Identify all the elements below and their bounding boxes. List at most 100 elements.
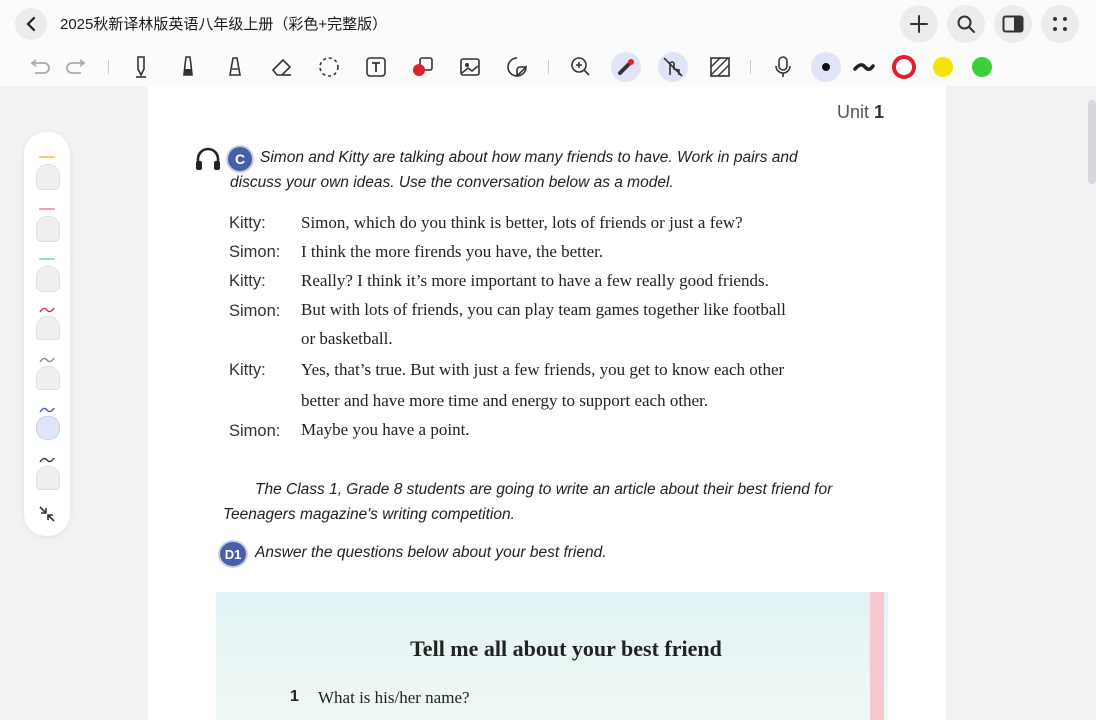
drawing-toolbar <box>0 48 1096 87</box>
pen-side-panel <box>24 132 70 536</box>
dialogue-speaker: Simon: <box>229 422 281 440</box>
shape-tool[interactable] <box>408 52 438 82</box>
pen-preset-gray[interactable] <box>34 356 60 390</box>
redo-button[interactable] <box>62 52 92 82</box>
question-text: What is his/her name? <box>318 688 470 707</box>
section-c-instruction-line1: Simon and Kitty are talking about how ma… <box>260 149 798 166</box>
collapse-icon[interactable] <box>37 504 57 524</box>
search-icon <box>957 15 975 33</box>
lasso-icon <box>319 57 339 77</box>
pen-tool[interactable] <box>126 52 156 82</box>
back-button[interactable] <box>15 8 47 40</box>
color-brush-stroke[interactable] <box>849 52 879 82</box>
more-button[interactable] <box>1041 5 1079 43</box>
color-swatch-yellow <box>933 57 953 77</box>
d1-badge: D1 <box>220 542 246 566</box>
toolbar-divider <box>750 60 751 74</box>
pen-preset-green[interactable] <box>34 258 60 292</box>
squiggle-icon <box>39 357 55 363</box>
dialogue-speaker: Simon: <box>229 302 281 320</box>
headphones-icon <box>196 147 220 170</box>
text-box-tool[interactable] <box>361 52 391 82</box>
image-icon <box>460 58 480 76</box>
pen-preset-black[interactable] <box>34 456 60 490</box>
pen-preset-red[interactable] <box>34 306 60 340</box>
color-green[interactable] <box>967 52 997 82</box>
eraser-icon <box>271 58 292 76</box>
pen-preset-blue-selected[interactable] <box>34 406 60 440</box>
section-d-intro-line1: The Class 1, Grade 8 students are going … <box>255 481 833 498</box>
shape-icon <box>413 57 433 76</box>
highlighter-tool[interactable] <box>220 52 250 82</box>
dialogue-line: better and have more time and energy to … <box>301 391 709 410</box>
undo-button[interactable] <box>24 52 54 82</box>
document-title: 2025秋新译林版英语八年级上册（彩色+完整版） <box>60 16 388 33</box>
add-button[interactable] <box>900 5 938 43</box>
panel-button[interactable] <box>994 5 1032 43</box>
hatch-tool[interactable] <box>705 52 735 82</box>
chevron-left-icon <box>26 16 36 32</box>
sticker-tool[interactable] <box>502 52 532 82</box>
eraser-tool[interactable] <box>267 52 297 82</box>
dialogue-line: Yes, that’s true. But with just a few fr… <box>301 360 785 379</box>
dialogue-line: I think the more firends you have, the b… <box>301 242 604 261</box>
title-bar: 2025秋新译林版英语八年级上册（彩色+完整版） <box>0 0 1096 48</box>
image-tool[interactable] <box>455 52 485 82</box>
dialogue-line: But with lots of friends, you can play t… <box>301 300 786 319</box>
search-button[interactable] <box>947 5 985 43</box>
undo-icon <box>30 59 50 74</box>
color-swatch-black <box>822 63 830 71</box>
marker-icon <box>183 56 193 76</box>
box-edge-decoration <box>870 592 884 720</box>
unit-label: Unit 1 <box>836 102 884 122</box>
question-number: 1 <box>290 688 299 705</box>
color-swatch-green <box>972 57 992 77</box>
dialogue-speaker: Kitty: <box>229 272 266 290</box>
hatch-icon <box>710 57 730 77</box>
best-friend-title: Tell me all about your best friend <box>410 636 722 661</box>
highlighter-icon <box>229 57 241 76</box>
best-friend-box: Tell me all about your best friend 1 Wha… <box>216 592 888 720</box>
sticker-icon <box>507 57 527 77</box>
microphone-button[interactable] <box>768 52 798 82</box>
section-d-intro-line2: Teenagers magazine's writing competition… <box>223 506 515 523</box>
pen-icon <box>136 56 146 78</box>
squiggle-icon <box>39 307 55 313</box>
vertical-scrollbar[interactable] <box>1088 100 1096 184</box>
dialogue-line: Maybe you have a point. <box>301 420 470 439</box>
pen-preset-pink[interactable] <box>34 208 60 242</box>
lasso-tool[interactable] <box>314 52 344 82</box>
textbook-page: Unit 1 C Simon and Kitty are talking abo… <box>148 86 946 720</box>
redo-icon <box>66 59 86 74</box>
dialogue-line: Simon, which do you think is better, lot… <box>301 213 743 232</box>
dialogue-line: or basketball. <box>301 329 393 348</box>
laser-pointer-icon <box>618 59 634 75</box>
section-c-instruction-line2: discuss your own ideas. Use the conversa… <box>230 174 674 191</box>
zoom-icon <box>571 57 590 76</box>
d1-instruction: Answer the questions below about your be… <box>255 544 607 561</box>
more-dots-icon <box>1053 17 1067 31</box>
color-swatch-red <box>892 55 916 79</box>
squiggle-icon <box>39 407 55 413</box>
pen-preset-yellow[interactable] <box>34 156 60 190</box>
section-c-badge: C <box>228 147 252 171</box>
squiggle-icon <box>39 457 55 463</box>
dialogue-speaker: Kitty: <box>229 361 266 379</box>
dialogue-speaker: Kitty: <box>229 214 266 232</box>
laser-pointer-tool[interactable] <box>611 52 641 82</box>
panel-icon <box>1002 15 1024 33</box>
marker-tool[interactable] <box>173 52 203 82</box>
color-yellow[interactable] <box>928 52 958 82</box>
zoom-tool[interactable] <box>565 52 595 82</box>
touch-draw-icon <box>663 57 683 77</box>
brush-stroke-icon <box>853 63 875 71</box>
plus-icon <box>910 15 928 33</box>
toolbar-divider <box>108 60 109 74</box>
dialogue-speaker: Simon: <box>229 243 281 261</box>
color-red[interactable] <box>889 52 919 82</box>
text-box-icon <box>366 57 386 77</box>
toolbar-divider <box>548 60 549 74</box>
dialogue-line: Really? I think it’s more important to h… <box>301 271 769 290</box>
touch-draw-tool[interactable] <box>658 52 688 82</box>
color-black-dot[interactable] <box>811 52 841 82</box>
